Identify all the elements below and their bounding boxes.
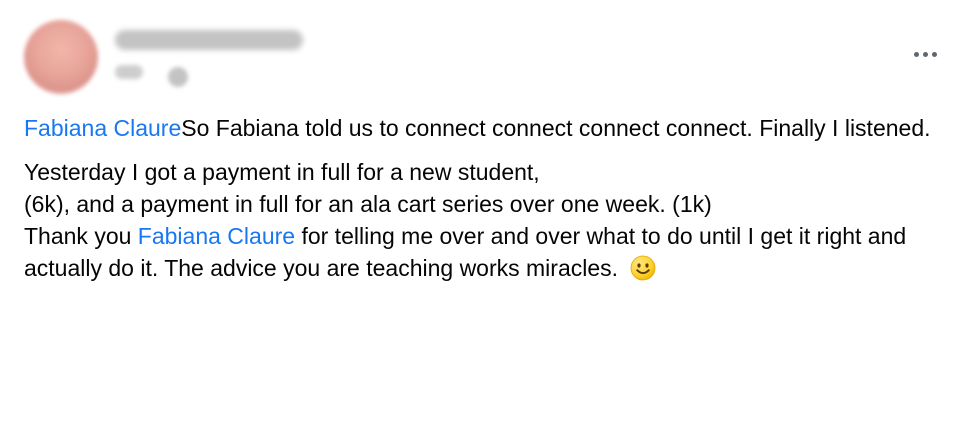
more-horizontal-icon: [931, 51, 937, 57]
facebook-post: Fabiana ClaureSo Fabiana told us to conn…: [0, 0, 977, 427]
more-horizontal-icon: [922, 51, 928, 57]
post-paragraph-2: Yesterday I got a payment in full for a …: [24, 156, 954, 284]
mention-fabiana-claure-2[interactable]: Fabiana Claure: [138, 223, 295, 249]
post-body: Fabiana ClaureSo Fabiana told us to conn…: [24, 112, 954, 284]
author-avatar[interactable]: [24, 20, 98, 94]
paragraph-1-text: So Fabiana told us to connect connect co…: [181, 115, 931, 141]
smile-emoji-icon: [631, 255, 656, 281]
post-paragraph-1: Fabiana ClaureSo Fabiana told us to conn…: [24, 112, 954, 144]
mention-fabiana-claure[interactable]: Fabiana Claure: [24, 115, 181, 141]
audience-icon: [168, 67, 188, 87]
paragraph-2-thank: Thank you: [24, 223, 138, 249]
paragraph-2-line-2: (6k), and a payment in full for an ala c…: [24, 191, 712, 217]
post-time-redacted[interactable]: [115, 65, 143, 79]
more-horizontal-icon: [913, 51, 919, 57]
paragraph-2-line-1: Yesterday I got a payment in full for a …: [24, 159, 540, 185]
more-options-button[interactable]: [908, 44, 942, 64]
author-name-redacted[interactable]: [115, 30, 303, 50]
